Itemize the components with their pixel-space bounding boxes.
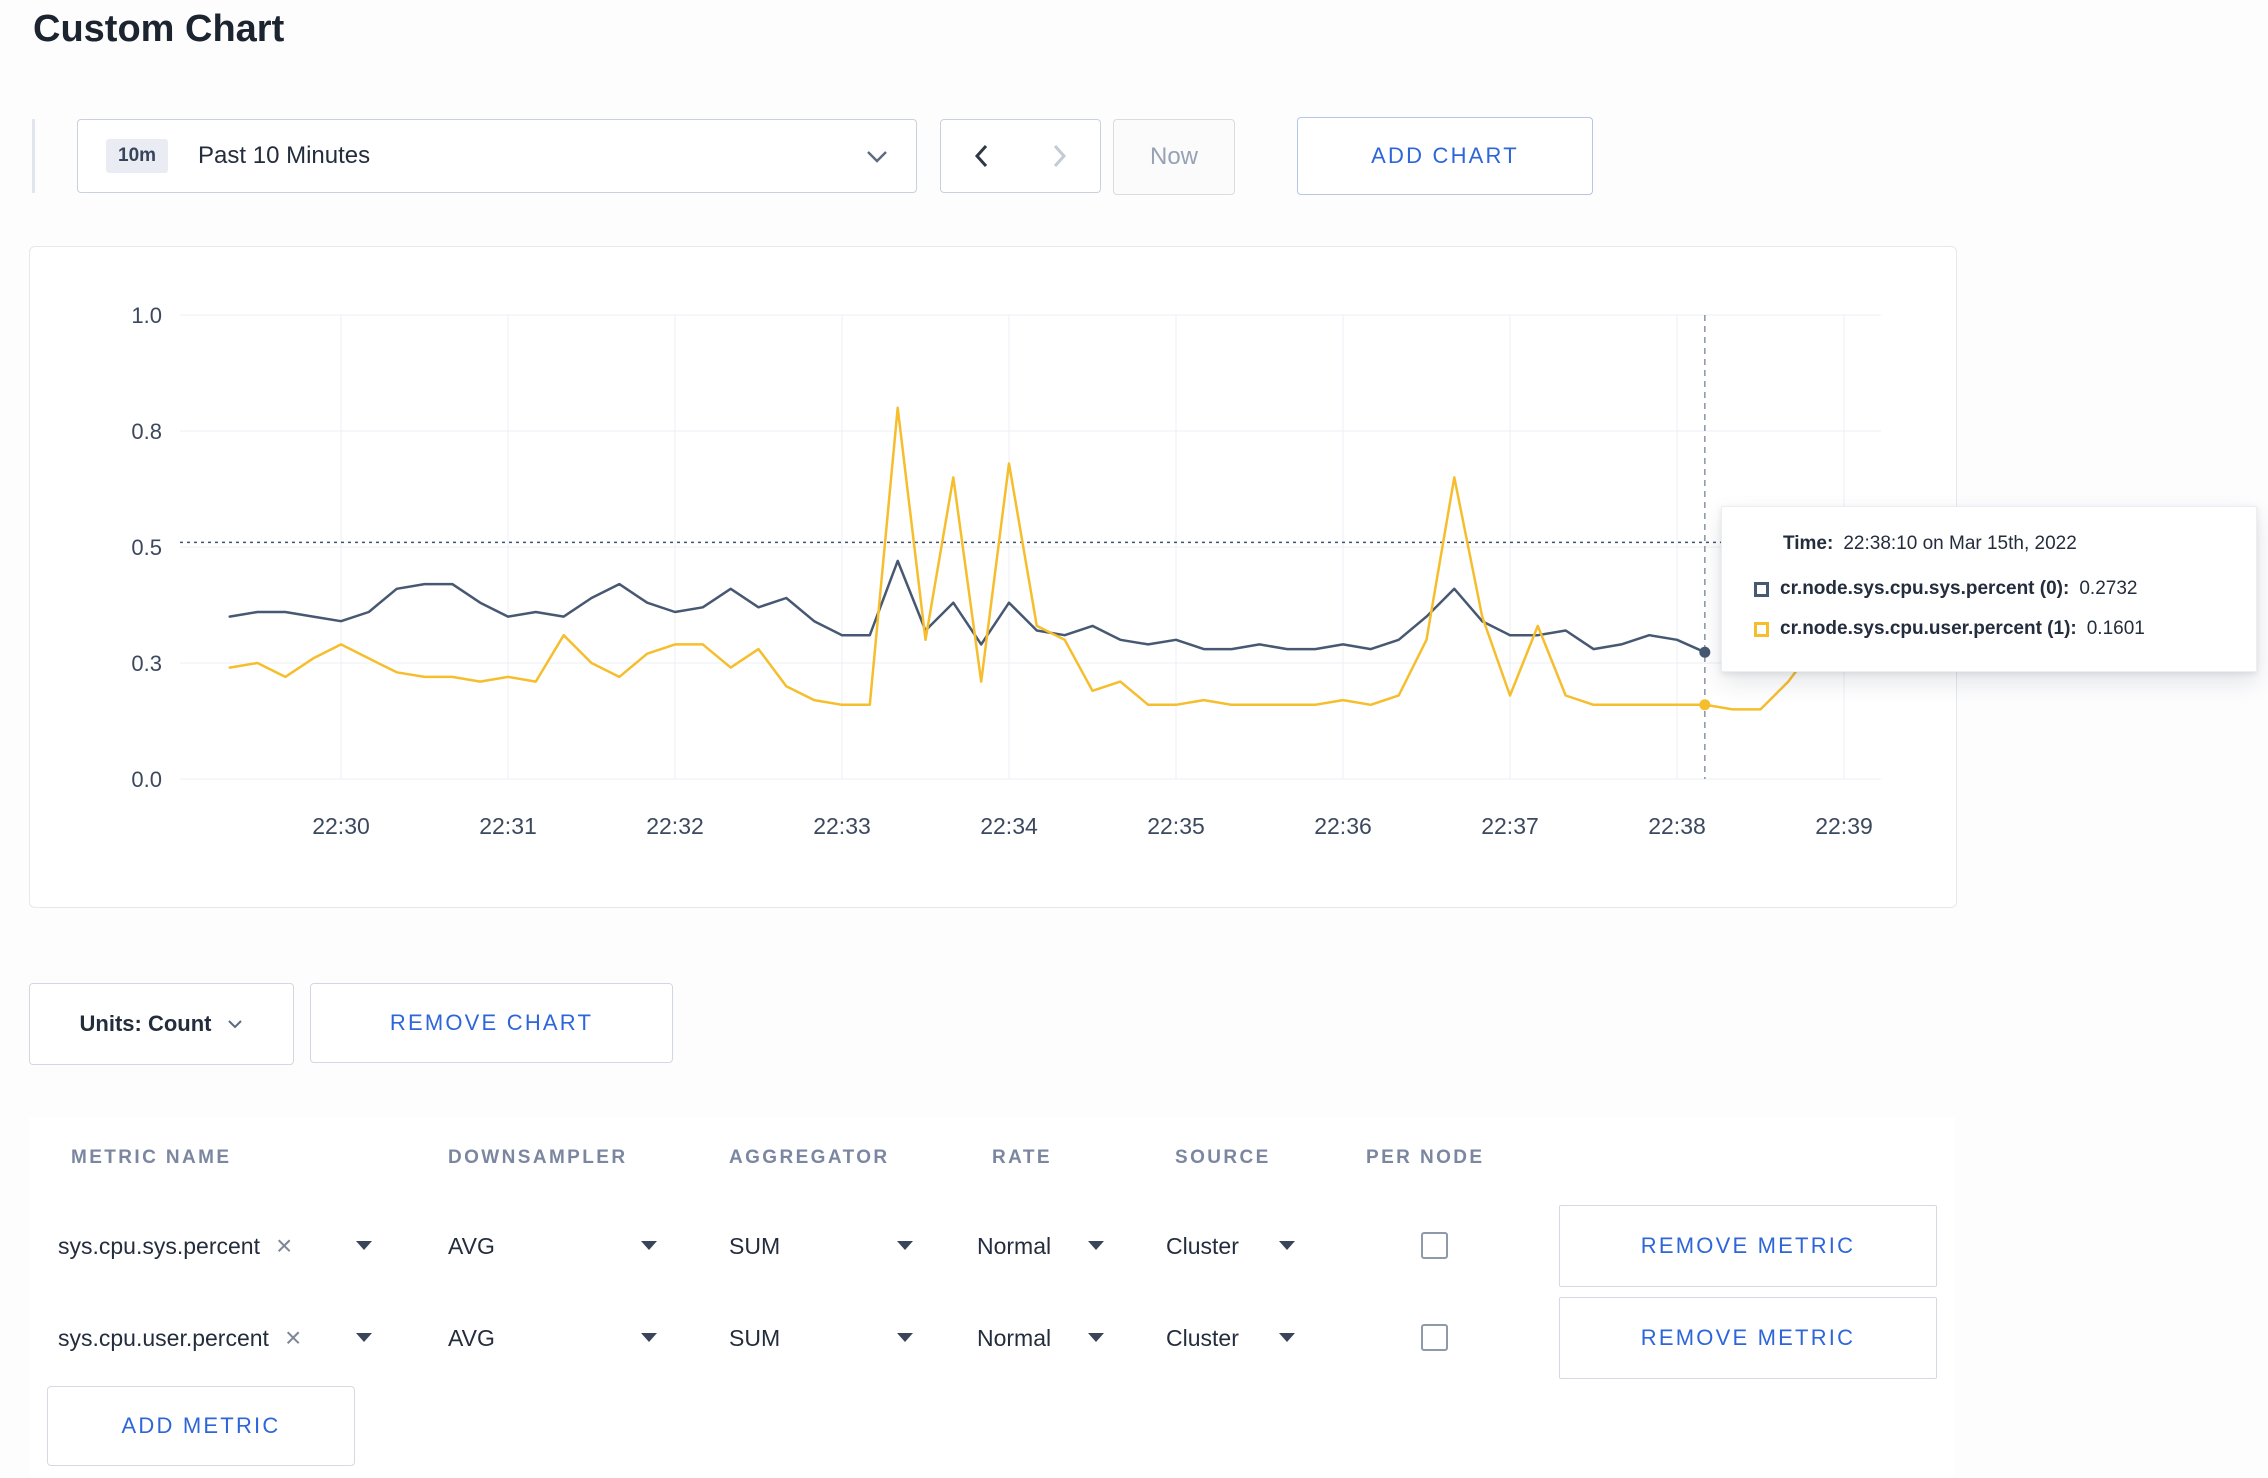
column-header-per-node: PER NODE xyxy=(1366,1147,1485,1168)
tooltip-series-name: cr.node.sys.cpu.sys.percent (0): xyxy=(1780,578,2070,599)
rate-caret-icon[interactable] xyxy=(1088,1333,1104,1342)
crosshair-dot-0 xyxy=(1699,646,1711,658)
chevron-left-icon xyxy=(974,144,987,168)
chevron-down-icon xyxy=(228,1020,243,1029)
tooltip-series-row: cr.node.sys.cpu.user.percent (1): 0.1601 xyxy=(1754,618,2256,640)
x-tick-label: 22:31 xyxy=(479,813,537,839)
x-tick-label: 22:32 xyxy=(646,813,704,839)
series-line-1 xyxy=(228,406,1846,711)
aggregator-select[interactable]: SUM xyxy=(729,1205,780,1287)
time-range-dropdown[interactable]: 10m Past 10 Minutes xyxy=(77,119,917,193)
crosshair-dot-1 xyxy=(1699,699,1711,711)
clear-metric-icon[interactable]: × xyxy=(285,1324,301,1352)
aggregator-select[interactable]: SUM xyxy=(729,1297,780,1379)
units-label: Units: Count xyxy=(79,1011,212,1036)
x-tick-label: 22:30 xyxy=(312,813,370,839)
metrics-table: METRIC NAME DOWNSAMPLER AGGREGATOR RATE … xyxy=(29,1117,1955,1477)
tooltip-time: Time: 22:38:10 on Mar 15th, 2022 xyxy=(1783,533,2256,555)
units-dropdown[interactable]: Units: Count xyxy=(29,983,294,1065)
remove-chart-button[interactable]: REMOVE CHART xyxy=(310,983,673,1063)
y-tick-label: 1.0 xyxy=(131,303,162,328)
source-select[interactable]: Cluster xyxy=(1166,1297,1239,1379)
remove-metric-button[interactable]: REMOVE METRIC xyxy=(1559,1205,1937,1287)
x-tick-label: 22:38 xyxy=(1648,813,1706,839)
clear-metric-icon[interactable]: × xyxy=(276,1232,292,1260)
rate-caret-icon[interactable] xyxy=(1088,1241,1104,1250)
aggregator-caret-icon[interactable] xyxy=(897,1333,913,1342)
metric-row: sys.cpu.user.percent × AVG SUM Normal Cl… xyxy=(29,1297,1955,1379)
now-button[interactable]: Now xyxy=(1113,119,1235,195)
time-range-label: Past 10 Minutes xyxy=(198,142,371,169)
downsampler-caret-icon[interactable] xyxy=(641,1333,657,1342)
toolbar-divider xyxy=(32,119,35,193)
metric-name-select[interactable]: sys.cpu.user.percent × xyxy=(58,1297,301,1379)
per-node-checkbox[interactable] xyxy=(1421,1232,1448,1259)
x-tick-label: 22:33 xyxy=(813,813,871,839)
add-chart-button[interactable]: ADD CHART xyxy=(1297,117,1593,195)
tooltip-time-value: 22:38:10 on Mar 15th, 2022 xyxy=(1843,533,2077,554)
tooltip-series-row: cr.node.sys.cpu.sys.percent (0): 0.2732 xyxy=(1754,578,2256,600)
tooltip-series-value: 0.2732 xyxy=(2079,578,2138,599)
time-range-badge: 10m xyxy=(106,139,169,173)
chevron-down-icon xyxy=(867,151,887,163)
tooltip-series-name: cr.node.sys.cpu.user.percent (1): xyxy=(1780,618,2077,639)
series-user-swatch-icon xyxy=(1754,621,1769,637)
metric-name-value: sys.cpu.user.percent xyxy=(58,1324,269,1351)
y-tick-label: 0.8 xyxy=(131,419,162,444)
prev-range-button[interactable] xyxy=(940,119,1021,193)
rate-select[interactable]: Normal xyxy=(977,1297,1051,1379)
chart-card: 22:30 22:31 22:32 22:33 22:34 22:35 22:36 22:37… xyxy=(29,246,1957,908)
column-header-rate: RATE xyxy=(992,1147,1052,1168)
chevron-right-icon xyxy=(1053,144,1067,168)
tooltip-time-label: Time: xyxy=(1783,533,1834,554)
remove-metric-button[interactable]: REMOVE METRIC xyxy=(1559,1297,1937,1379)
page-title: Custom Chart xyxy=(33,8,285,50)
x-tick-label: 22:34 xyxy=(980,813,1038,839)
x-tick-label: 22:37 xyxy=(1481,813,1539,839)
column-header-metric-name: METRIC NAME xyxy=(71,1147,232,1168)
x-tick-label: 22:35 xyxy=(1147,813,1205,839)
metric-dropdown-caret-icon[interactable] xyxy=(356,1241,372,1250)
metric-name-select[interactable]: sys.cpu.sys.percent × xyxy=(58,1205,292,1287)
add-metric-button[interactable]: ADD METRIC xyxy=(47,1386,355,1466)
downsampler-select[interactable]: AVG xyxy=(448,1205,495,1287)
metric-row: sys.cpu.sys.percent × AVG SUM Normal Clu… xyxy=(29,1205,1955,1287)
series-sys-swatch-icon xyxy=(1754,581,1769,597)
source-caret-icon[interactable] xyxy=(1279,1333,1295,1342)
y-tick-label: 0.0 xyxy=(131,767,162,792)
y-tick-label: 0.5 xyxy=(131,535,162,560)
aggregator-caret-icon[interactable] xyxy=(897,1241,913,1250)
x-tick-label: 22:39 xyxy=(1815,813,1873,839)
source-select[interactable]: Cluster xyxy=(1166,1205,1239,1287)
downsampler-select[interactable]: AVG xyxy=(448,1297,495,1379)
rate-select[interactable]: Normal xyxy=(977,1205,1051,1287)
chart-tooltip: Time: 22:38:10 on Mar 15th, 2022 cr.node.… xyxy=(1721,506,2257,672)
column-header-aggregator: AGGREGATOR xyxy=(729,1147,890,1168)
chart-svg[interactable]: 22:30 22:31 22:32 22:33 22:34 22:35 22:36 22:37… xyxy=(30,247,1956,907)
next-range-button[interactable] xyxy=(1020,119,1101,193)
column-header-source: SOURCE xyxy=(1175,1147,1271,1168)
y-tick-label: 0.3 xyxy=(131,651,162,676)
column-header-downsampler: DOWNSAMPLER xyxy=(448,1147,628,1168)
metric-dropdown-caret-icon[interactable] xyxy=(356,1333,372,1342)
metric-name-value: sys.cpu.sys.percent xyxy=(58,1232,260,1259)
downsampler-caret-icon[interactable] xyxy=(641,1241,657,1250)
x-tick-label: 22:36 xyxy=(1314,813,1372,839)
source-caret-icon[interactable] xyxy=(1279,1241,1295,1250)
per-node-checkbox[interactable] xyxy=(1421,1324,1448,1351)
tooltip-series-value: 0.1601 xyxy=(2086,618,2145,639)
